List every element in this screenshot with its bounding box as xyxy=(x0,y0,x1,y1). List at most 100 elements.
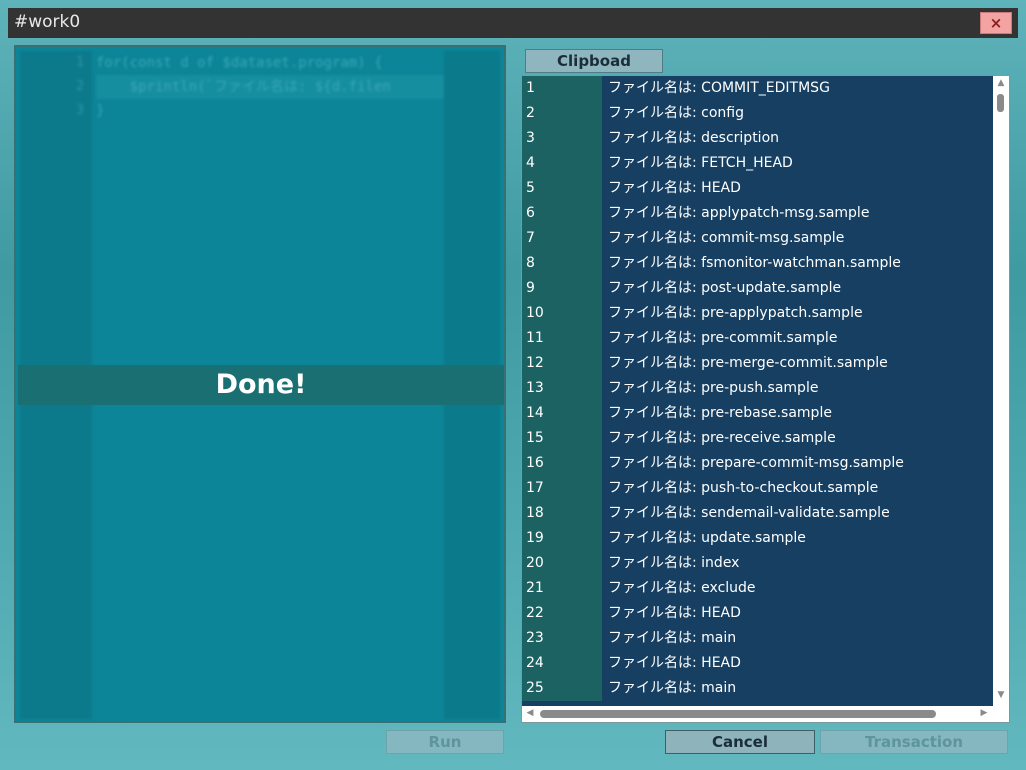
output-row: 6 ファイル名は: applypatch-msg.sample xyxy=(522,201,994,226)
output-row: 11 ファイル名は: pre-commit.sample xyxy=(522,326,994,351)
row-number: 25 xyxy=(522,676,602,701)
row-number: 1 xyxy=(522,76,602,101)
row-text: ファイル名は: HEAD xyxy=(608,180,741,196)
row-number: 7 xyxy=(522,226,602,251)
horizontal-scroll-thumb[interactable] xyxy=(540,710,936,718)
row-number: 4 xyxy=(522,151,602,176)
row-text: ファイル名は: prepare-commit-msg.sample xyxy=(608,455,904,471)
row-number: 16 xyxy=(522,451,602,476)
output-row: 12 ファイル名は: pre-merge-commit.sample xyxy=(522,351,994,376)
tab-clipboard[interactable]: Clipboad xyxy=(525,49,663,73)
row-text: ファイル名は: pre-push.sample xyxy=(608,380,819,396)
status-banner: Done! xyxy=(18,365,504,405)
output-row: 18 ファイル名は: sendemail-validate.sample xyxy=(522,501,994,526)
row-text: ファイル名は: applypatch-msg.sample xyxy=(608,205,870,221)
row-text: ファイル名は: FETCH_HEAD xyxy=(608,155,793,171)
output-row: 22 ファイル名は: HEAD xyxy=(522,601,994,626)
code-line: } xyxy=(96,103,105,119)
row-text: ファイル名は: push-to-checkout.sample xyxy=(608,480,879,496)
transaction-button[interactable]: Transaction xyxy=(820,730,1008,754)
output-row: 10 ファイル名は: pre-applypatch.sample xyxy=(522,301,994,326)
row-text: ファイル名は: config xyxy=(608,105,745,121)
close-button[interactable]: × xyxy=(980,12,1012,34)
row-text: ファイル名は: fsmonitor-watchman.sample xyxy=(608,255,901,271)
row-number: 24 xyxy=(522,651,602,676)
output-list[interactable]: 1 ファイル名は: COMMIT_EDITMSG 2 ファイル名は: config 3 フ… xyxy=(521,75,1010,723)
output-row: 2 ファイル名は: config xyxy=(522,101,994,126)
row-number: 15 xyxy=(522,426,602,451)
output-row: 4 ファイル名は: FETCH_HEAD xyxy=(522,151,994,176)
row-number: 11 xyxy=(522,326,602,351)
row-number: 17 xyxy=(522,476,602,501)
output-row: 17 ファイル名は: push-to-checkout.sample xyxy=(522,476,994,501)
row-text: ファイル名は: HEAD xyxy=(608,605,741,621)
output-rows: 1 ファイル名は: COMMIT_EDITMSG 2 ファイル名は: config 3 フ… xyxy=(522,76,994,706)
output-row: 14 ファイル名は: pre-rebase.sample xyxy=(522,401,994,426)
row-number: 3 xyxy=(522,126,602,151)
line-number: 1 xyxy=(76,55,84,70)
row-number: 23 xyxy=(522,626,602,651)
vertical-scrollbar[interactable]: ▲ ▼ xyxy=(993,76,1009,706)
row-text: ファイル名は: pre-applypatch.sample xyxy=(608,305,863,321)
row-number: 12 xyxy=(522,351,602,376)
row-text: ファイル名は: pre-commit.sample xyxy=(608,330,838,346)
code-line: for(const d of $dataset.program) { xyxy=(96,55,383,71)
row-text: ファイル名は: COMMIT_EDITMSG xyxy=(608,80,830,96)
output-row: 23 ファイル名は: main xyxy=(522,626,994,651)
row-text: ファイル名は: pre-rebase.sample xyxy=(608,405,832,421)
output-row: 19 ファイル名は: update.sample xyxy=(522,526,994,551)
row-number: 2 xyxy=(522,101,602,126)
horizontal-scrollbar[interactable]: ◀ ▶ xyxy=(522,706,994,722)
line-number: 3 xyxy=(76,103,84,118)
row-number: 8 xyxy=(522,251,602,276)
output-row: 16 ファイル名は: prepare-commit-msg.sample xyxy=(522,451,994,476)
scroll-right-icon[interactable]: ▶ xyxy=(978,708,990,718)
row-text: ファイル名は: exclude xyxy=(608,580,756,596)
output-row: 1 ファイル名は: COMMIT_EDITMSG xyxy=(522,76,994,101)
code-editor[interactable]: 1 2 3 for(const d of $dataset.program) {… xyxy=(14,45,506,723)
row-number: 10 xyxy=(522,301,602,326)
output-row: 5 ファイル名は: HEAD xyxy=(522,176,994,201)
row-text: ファイル名は: pre-receive.sample xyxy=(608,430,836,446)
cancel-button[interactable]: Cancel xyxy=(665,730,815,754)
row-text: ファイル名は: main xyxy=(608,680,737,696)
row-text: ファイル名は: main xyxy=(608,630,737,646)
row-text: ファイル名は: pre-merge-commit.sample xyxy=(608,355,888,371)
vertical-scroll-thumb[interactable] xyxy=(997,94,1004,112)
row-number: 13 xyxy=(522,376,602,401)
output-row: 15 ファイル名は: pre-receive.sample xyxy=(522,426,994,451)
window-title: #work0 xyxy=(14,12,81,32)
scroll-up-icon[interactable]: ▲ xyxy=(993,78,1009,88)
row-number: 21 xyxy=(522,576,602,601)
output-row: 9 ファイル名は: post-update.sample xyxy=(522,276,994,301)
row-text: ファイル名は: commit-msg.sample xyxy=(608,230,845,246)
app-window: #work0 × 1 2 3 for(const d of $dataset.p… xyxy=(0,0,1026,770)
row-text: ファイル名は: sendemail-validate.sample xyxy=(608,505,890,521)
row-text: ファイル名は: description xyxy=(608,130,780,146)
row-number: 9 xyxy=(522,276,602,301)
row-text: ファイル名は: update.sample xyxy=(608,530,806,546)
row-number: 20 xyxy=(522,551,602,576)
output-row: 13 ファイル名は: pre-push.sample xyxy=(522,376,994,401)
row-number: 22 xyxy=(522,601,602,626)
output-row: 20 ファイル名は: index xyxy=(522,551,994,576)
output-row: 24 ファイル名は: HEAD xyxy=(522,651,994,676)
title-bar: #work0 × xyxy=(8,8,1018,38)
line-number: 2 xyxy=(76,79,84,94)
output-row: 8 ファイル名は: fsmonitor-watchman.sample xyxy=(522,251,994,276)
output-row: 7 ファイル名は: commit-msg.sample xyxy=(522,226,994,251)
run-button[interactable]: Run xyxy=(386,730,504,754)
row-number: 18 xyxy=(522,501,602,526)
row-number: 14 xyxy=(522,401,602,426)
scroll-corner xyxy=(993,706,1009,722)
row-number: 19 xyxy=(522,526,602,551)
row-text: ファイル名は: post-update.sample xyxy=(608,280,842,296)
row-number: 6 xyxy=(522,201,602,226)
scroll-left-icon[interactable]: ◀ xyxy=(524,708,536,718)
row-text: ファイル名は: HEAD xyxy=(608,655,741,671)
scroll-down-icon[interactable]: ▼ xyxy=(993,690,1009,700)
row-text: ファイル名は: index xyxy=(608,555,740,571)
output-row: 21 ファイル名は: exclude xyxy=(522,576,994,601)
code-line: $println(`ファイル名は: ${d.filen xyxy=(96,75,446,99)
output-row: 25 ファイル名は: main xyxy=(522,676,994,701)
